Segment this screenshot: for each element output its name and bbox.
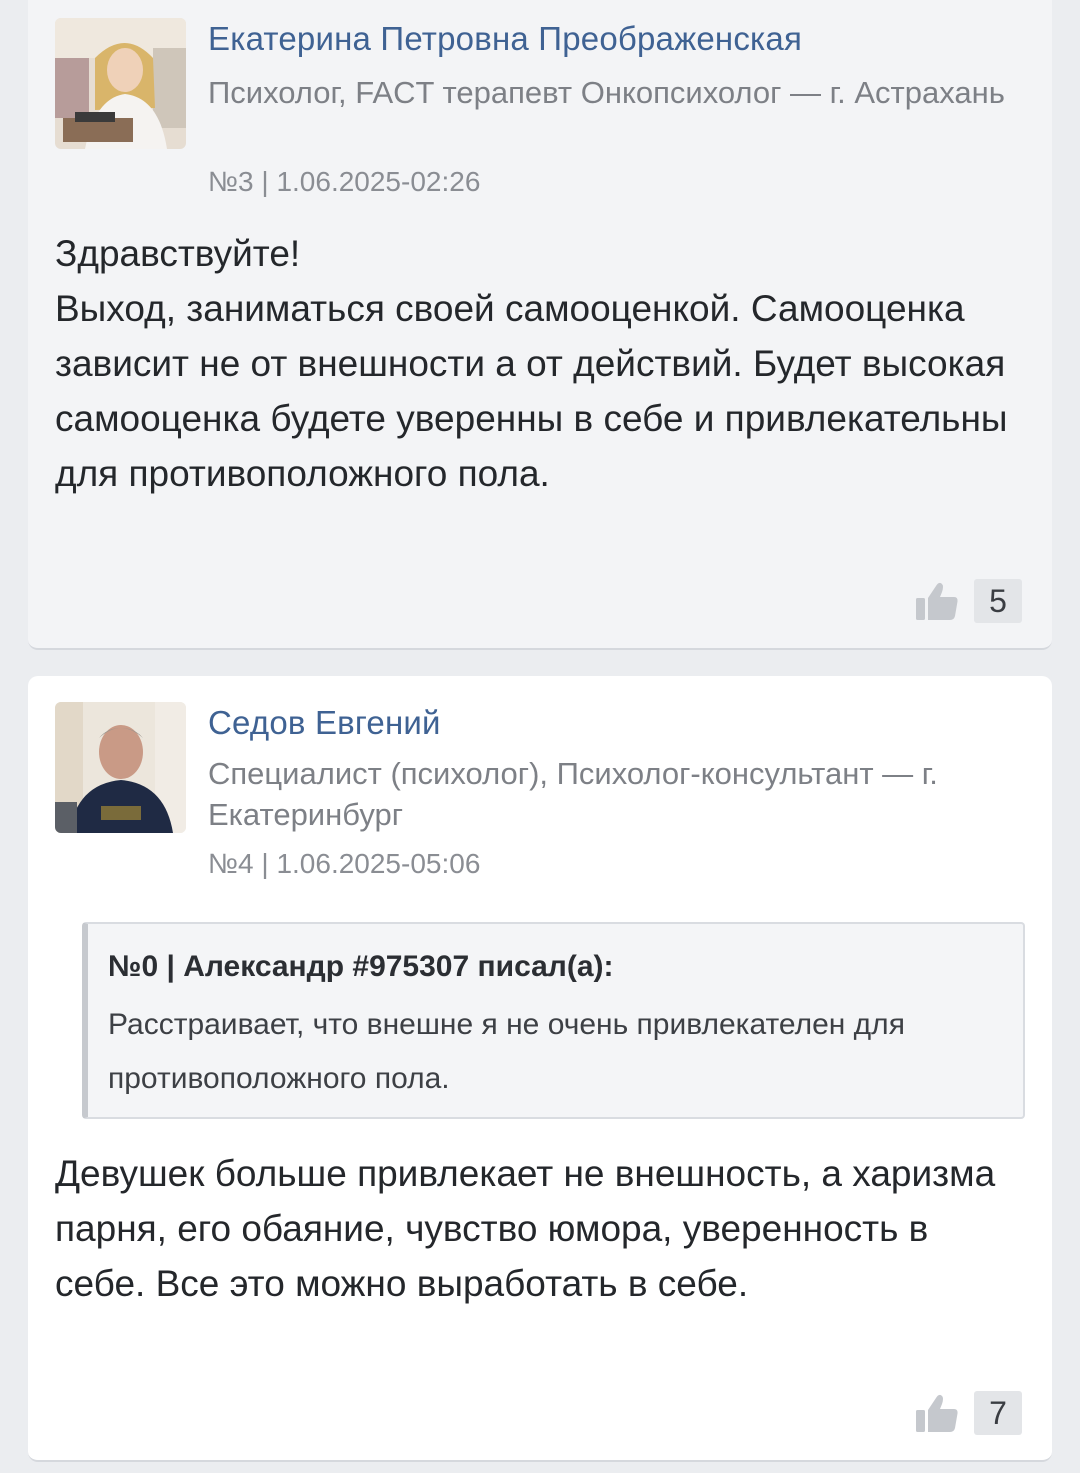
comment-text: Девушек больше привлекает не внешность, … <box>55 1153 996 1304</box>
author-role: Специалист (психолог), Психолог-консульт… <box>208 756 938 832</box>
like-button[interactable]: 5 <box>914 578 1022 624</box>
author-role: Психолог, FACT терапевт Онкопсихолог — г… <box>208 75 1005 110</box>
avatar-photo <box>55 18 186 149</box>
thumbs-up-icon <box>916 1394 958 1432</box>
author-name[interactable]: Екатерина Петровна Преображенская <box>208 20 802 58</box>
quote-header[interactable]: №0 | Александр #975307 писал(а): <box>108 950 614 984</box>
avatar[interactable] <box>55 702 186 833</box>
quote-block: №0 | Александр #975307 писал(а): Расстра… <box>82 922 1025 1119</box>
like-button[interactable]: 7 <box>914 1390 1022 1436</box>
like-count: 7 <box>974 1391 1022 1435</box>
avatar-photo <box>55 702 186 833</box>
post-meta: №4 | 1.06.2025-05:06 <box>208 848 481 879</box>
thumbs-up-icon <box>916 582 958 620</box>
author-name[interactable]: Седов Евгений <box>208 704 441 742</box>
comment-card: Седов Евгений Специалист (психолог), Пси… <box>28 676 1052 1462</box>
comment-text: Здравствуйте! Выход, заниматься своей са… <box>55 233 1008 494</box>
comment-card: Екатерина Петровна Преображенская Психол… <box>28 0 1052 650</box>
quote-text: Расстраивает, что внешне я не очень прив… <box>108 1008 905 1095</box>
avatar[interactable] <box>55 18 186 149</box>
post-meta: №3 | 1.06.2025-02:26 <box>208 166 481 197</box>
like-count: 5 <box>974 579 1022 623</box>
